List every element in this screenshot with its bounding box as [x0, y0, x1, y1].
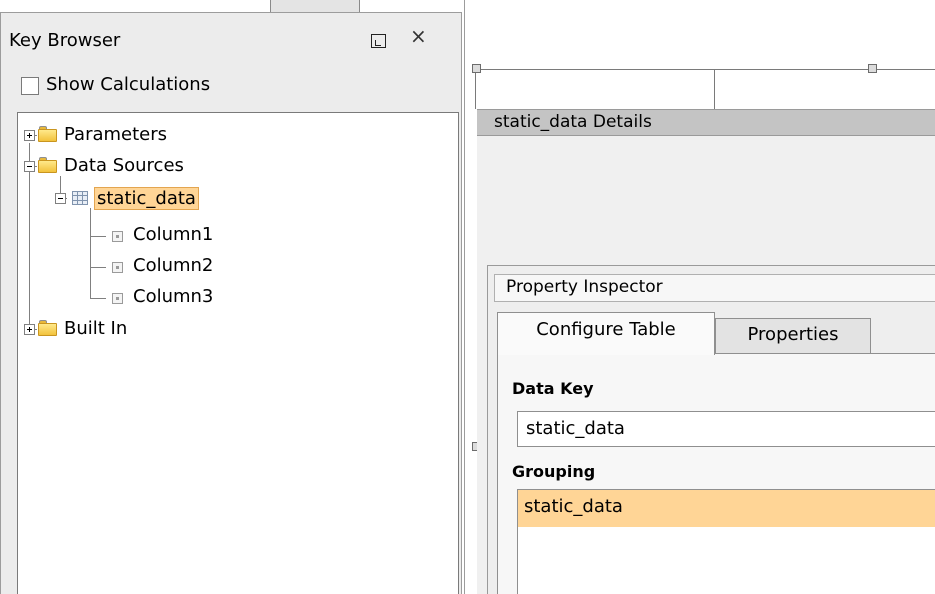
- show-calculations-checkbox[interactable]: [21, 77, 39, 95]
- folder-icon: [38, 320, 57, 336]
- tree-item-column2[interactable]: Column2: [133, 255, 213, 276]
- column-icon: [112, 293, 123, 304]
- parameters-expander-icon[interactable]: [24, 130, 35, 141]
- key-browser-title: Key Browser: [9, 30, 121, 51]
- column-icon: [112, 262, 123, 273]
- canvas-left-edge: [464, 0, 475, 594]
- tree-item-column1[interactable]: Column1: [133, 224, 213, 245]
- property-inspector-title: Property Inspector: [506, 277, 663, 297]
- data-key-label: Data Key: [512, 379, 594, 398]
- component-left-border: [475, 69, 476, 109]
- tab-configure-table[interactable]: Configure Table: [497, 312, 715, 355]
- grouping-label: Grouping: [512, 462, 596, 481]
- tree-item-built-in[interactable]: Built In: [64, 318, 127, 339]
- tree-item-static-data[interactable]: static_data: [94, 187, 199, 210]
- show-calculations-label[interactable]: Show Calculations: [46, 74, 210, 95]
- table-icon: [72, 191, 88, 205]
- data-key-input[interactable]: static_data: [517, 411, 935, 447]
- restore-window-icon[interactable]: [371, 34, 386, 48]
- folder-icon: [38, 126, 57, 142]
- tree-item-parameters[interactable]: Parameters: [64, 124, 167, 145]
- built-in-expander-icon[interactable]: [24, 324, 35, 335]
- key-tree[interactable]: Parameters Data Sources static_data Colu…: [17, 112, 459, 594]
- component-divider: [714, 69, 715, 109]
- column-icon: [112, 231, 123, 242]
- resize-handle[interactable]: [472, 64, 481, 73]
- grouping-list-item[interactable]: static_data: [518, 490, 935, 527]
- tree-item-column3[interactable]: Column3: [133, 286, 213, 307]
- resize-handle[interactable]: [868, 64, 877, 73]
- close-icon[interactable]: ×: [410, 24, 427, 48]
- details-title: static_data Details: [494, 112, 652, 132]
- component-top-border: [475, 69, 935, 70]
- data-sources-collapse-icon[interactable]: [24, 161, 35, 172]
- tree-item-data-sources[interactable]: Data Sources: [64, 155, 184, 176]
- tab-properties[interactable]: Properties: [715, 318, 871, 354]
- static-data-collapse-icon[interactable]: [55, 193, 66, 204]
- folder-icon: [38, 157, 57, 173]
